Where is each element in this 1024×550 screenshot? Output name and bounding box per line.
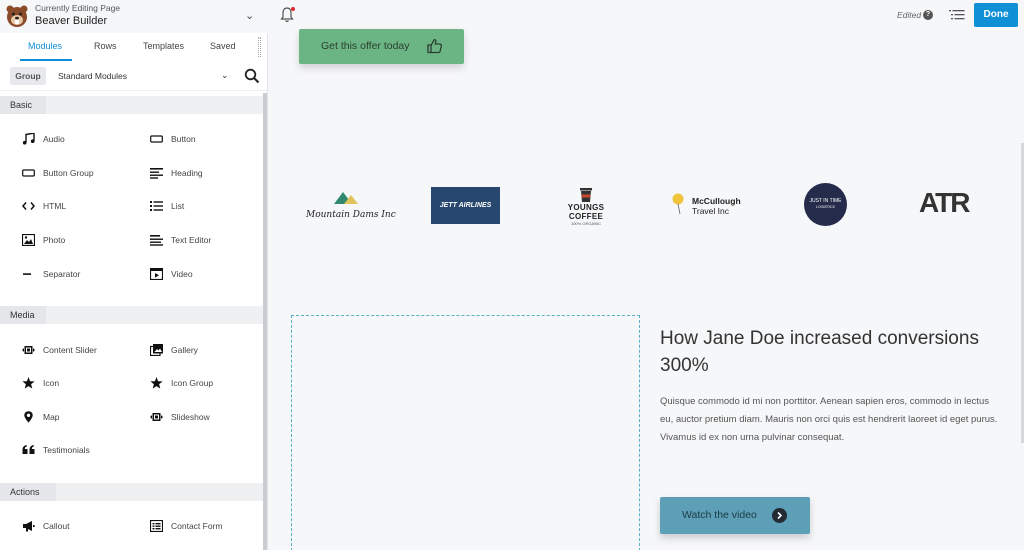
sidebar-tabs: Modules Rows Templates Saved bbox=[0, 33, 262, 61]
separator-icon bbox=[23, 273, 31, 275]
logo-subtext: 100% ORGANIC bbox=[570, 221, 601, 226]
section-actions[interactable]: Actions bbox=[0, 483, 264, 501]
tab-modules[interactable]: Modules bbox=[28, 41, 62, 51]
chevron-down-icon[interactable]: ⌄ bbox=[221, 70, 229, 81]
watch-video-button[interactable]: Watch the video bbox=[660, 497, 810, 534]
page-info[interactable]: Currently Editing Page Beaver Builder bbox=[35, 3, 120, 29]
quote-icon bbox=[22, 445, 35, 454]
section-title: Basic bbox=[0, 96, 46, 114]
currently-editing-label: Currently Editing Page bbox=[35, 3, 121, 13]
module-label: Contact Form bbox=[171, 521, 223, 531]
photo-icon bbox=[22, 234, 35, 246]
help-icon[interactable]: ? bbox=[923, 10, 933, 20]
map-pin-icon bbox=[24, 411, 33, 423]
edited-status: Edited bbox=[897, 10, 922, 20]
module-label: Heading bbox=[171, 168, 203, 178]
slideshow-icon bbox=[150, 413, 163, 421]
section-title: Media bbox=[0, 306, 46, 324]
tab-rows[interactable]: Rows bbox=[94, 41, 117, 51]
logo-text: YOUNGS COFFEE bbox=[567, 203, 605, 221]
module-label: List bbox=[171, 201, 185, 211]
module-label: Slideshow bbox=[171, 412, 210, 422]
top-bar: Currently Editing Page Beaver Builder ⌄ … bbox=[0, 0, 1024, 33]
logo-youngs-coffee: YOUNGS COFFEE 100% ORGANIC bbox=[554, 187, 618, 226]
module-label: Button bbox=[171, 134, 196, 144]
module-group-select[interactable]: Standard Modules bbox=[58, 71, 127, 81]
module-label: Video bbox=[171, 269, 193, 279]
notification-dot bbox=[291, 7, 295, 11]
section-media[interactable]: Media bbox=[0, 306, 264, 324]
logo-text: McCullough bbox=[692, 196, 741, 206]
module-label: Icon bbox=[43, 378, 60, 388]
tab-saved[interactable]: Saved bbox=[210, 41, 236, 51]
modules-sidebar: Modules Rows Templates Saved Group Stand… bbox=[0, 33, 268, 550]
list-icon bbox=[150, 201, 163, 211]
button-icon bbox=[150, 135, 163, 143]
module-label: Button Group bbox=[43, 168, 94, 178]
balloon-icon bbox=[672, 193, 684, 215]
chevron-down-icon[interactable]: ⌄ bbox=[245, 9, 254, 22]
module-label: Text Editor bbox=[171, 235, 212, 245]
drag-handle-icon[interactable] bbox=[258, 37, 261, 57]
logo-just-in-time: JUST IN TIME LOGISTICS bbox=[804, 183, 847, 226]
module-label: Photo bbox=[43, 235, 66, 245]
page-title: Beaver Builder bbox=[35, 15, 108, 27]
active-tab-indicator bbox=[20, 59, 72, 61]
slider-icon bbox=[22, 346, 35, 354]
section-title: Actions bbox=[0, 483, 56, 501]
search-icon[interactable] bbox=[244, 68, 260, 84]
outline-panel-icon[interactable] bbox=[949, 9, 965, 21]
module-label: Icon Group bbox=[171, 378, 214, 388]
logo-subtext: LOGISTICS bbox=[816, 205, 835, 209]
logo-atr: ATR bbox=[919, 187, 970, 218]
video-placeholder[interactable] bbox=[291, 315, 640, 550]
client-logos: Mountain Dams Inc JETT AIRLINES YOUNGS C… bbox=[268, 183, 1024, 233]
module-label: Callout bbox=[43, 521, 70, 531]
music-note-icon bbox=[22, 133, 35, 145]
video-icon bbox=[150, 268, 163, 280]
button-group-icon bbox=[22, 169, 35, 177]
case-study-heading: How Jane Doe increased conversions 300% bbox=[660, 328, 979, 376]
mountain-logo-icon bbox=[334, 192, 358, 204]
done-button[interactable]: Done bbox=[974, 3, 1018, 27]
module-label: Audio bbox=[43, 134, 65, 144]
logo-subtext: Travel Inc bbox=[692, 206, 730, 216]
get-offer-button[interactable]: Get this offer today bbox=[299, 29, 464, 64]
chevron-right-circle-icon bbox=[772, 508, 787, 523]
logo-jett-airlines: JETT AIRLINES bbox=[431, 187, 500, 224]
module-label: Separator bbox=[43, 269, 81, 279]
page-canvas: Get this offer today Mountain Dams Inc J… bbox=[268, 29, 1024, 550]
section-basic[interactable]: Basic bbox=[0, 96, 264, 114]
code-icon bbox=[22, 202, 35, 210]
group-filter-bar: Group Standard Modules ⌄ bbox=[0, 63, 267, 91]
thumbs-up-icon bbox=[427, 39, 443, 54]
form-icon bbox=[150, 520, 163, 532]
module-label: Testimonials bbox=[43, 445, 90, 455]
module-label: Map bbox=[43, 412, 60, 422]
megaphone-icon bbox=[23, 521, 35, 532]
case-study-body: Quisque commodo id mi non porttitor. Aen… bbox=[660, 396, 998, 443]
gallery-icon bbox=[150, 344, 163, 356]
group-toggle[interactable]: Group bbox=[10, 67, 46, 85]
star-icon bbox=[150, 377, 163, 389]
beaver-builder-app: Currently Editing Page Beaver Builder ⌄ … bbox=[0, 0, 1024, 550]
logo-text: Mountain Dams Inc bbox=[306, 210, 396, 220]
module-label: Content Slider bbox=[43, 345, 97, 355]
beaver-logo-icon[interactable] bbox=[4, 3, 30, 29]
watch-button-label: Watch the video bbox=[682, 509, 757, 521]
heading-icon bbox=[150, 168, 163, 179]
star-icon bbox=[22, 377, 35, 389]
module-label: HTML bbox=[43, 201, 67, 211]
coffee-cup-icon bbox=[580, 188, 592, 202]
text-editor-icon bbox=[150, 235, 163, 246]
tab-templates[interactable]: Templates bbox=[143, 41, 184, 51]
offer-button-label: Get this offer today bbox=[321, 40, 410, 52]
module-label: Gallery bbox=[171, 345, 198, 355]
